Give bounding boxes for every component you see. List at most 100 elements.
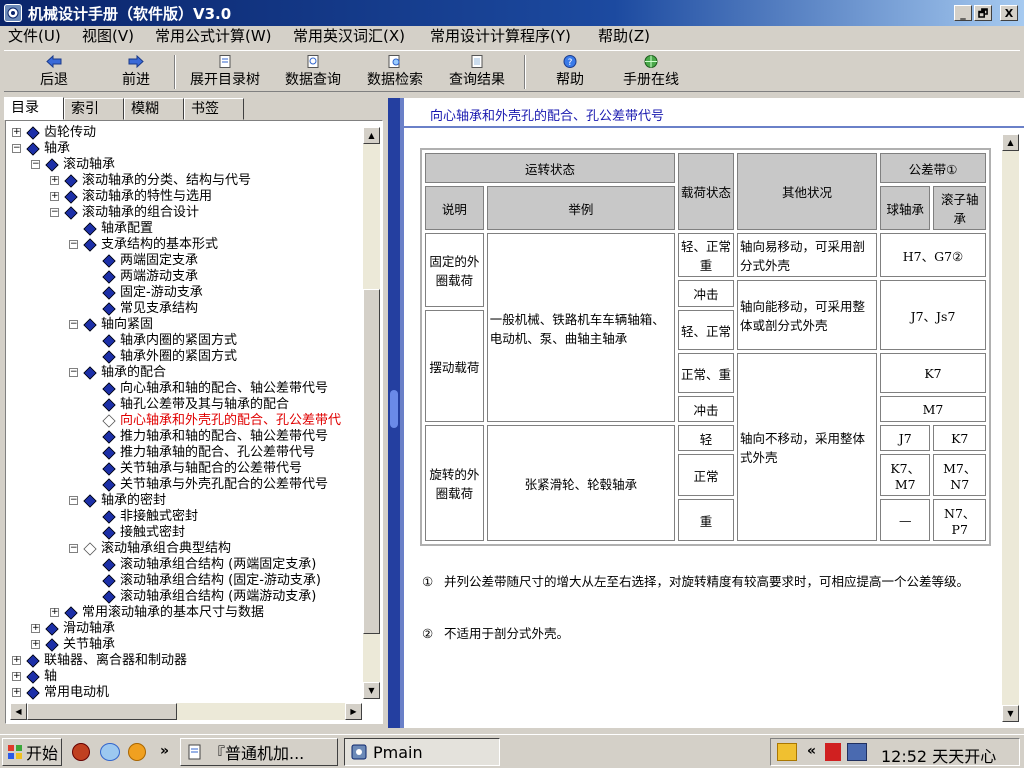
data-query-button[interactable]: 数据查询 — [282, 53, 344, 91]
menu-view[interactable]: 视图(V) — [82, 26, 134, 46]
tree-vertical-scrollbar[interactable]: ▲ ▼ — [363, 127, 380, 699]
menu-calc[interactable]: 常用设计计算程序(Y) — [430, 26, 571, 46]
tree-item[interactable]: 关节轴承与轴配合的公差带代号 — [6, 461, 362, 477]
expand-icon[interactable]: + — [12, 672, 21, 681]
tree-item[interactable]: − 轴承的配合 — [6, 365, 362, 381]
tab-contents[interactable]: 目录 — [4, 97, 64, 120]
tree-item[interactable]: + 轴 — [6, 669, 362, 685]
tree-horizontal-scrollbar[interactable]: ◀ ▶ — [10, 703, 362, 720]
tree-item[interactable]: + 常用电动机 — [6, 685, 362, 701]
start-button[interactable]: 开始 — [2, 738, 62, 766]
tree-item[interactable]: + 滑动轴承 — [6, 621, 362, 637]
expand-icon[interactable]: + — [12, 656, 21, 665]
input-method-icon[interactable] — [777, 743, 797, 761]
quicklaunch-media-icon[interactable] — [72, 743, 90, 761]
menu-file[interactable]: 文件(U) — [8, 26, 61, 46]
collapse-icon[interactable]: − — [69, 544, 78, 553]
tree-item[interactable]: + 齿轮传动 — [6, 125, 362, 141]
h-scroll-thumb[interactable] — [27, 703, 177, 720]
task-button-pmain[interactable]: Pmain — [344, 738, 500, 766]
collapse-icon[interactable]: − — [12, 144, 21, 153]
restore-button[interactable]: 🗗 — [974, 5, 992, 21]
tree-item[interactable]: − 滚动轴承组合典型结构 — [6, 541, 362, 557]
tree-item[interactable]: + 滚动轴承的特性与选用 — [6, 189, 362, 205]
quicklaunch-player-icon[interactable] — [128, 743, 146, 761]
minimize-button[interactable]: _ — [954, 5, 972, 21]
tree-item[interactable]: − 支承结构的基本形式 — [6, 237, 362, 253]
expand-icon[interactable]: + — [12, 688, 21, 697]
tree-item[interactable]: + 关节轴承 — [6, 637, 362, 653]
expand-icon[interactable]: + — [50, 608, 59, 617]
collapse-icon[interactable]: − — [69, 320, 78, 329]
collapse-icon[interactable]: − — [31, 160, 40, 169]
splitter-grip[interactable] — [390, 390, 398, 428]
tree-item[interactable]: 固定-游动支承 — [6, 285, 362, 301]
collapse-icon[interactable]: − — [69, 240, 78, 249]
quicklaunch-messenger-icon[interactable] — [100, 743, 120, 761]
tree-item[interactable]: + 联轴器、离合器和制动器 — [6, 653, 362, 669]
quicklaunch-more-icon[interactable]: » — [160, 743, 169, 759]
scroll-thumb[interactable] — [363, 289, 380, 634]
tree-item[interactable]: + 滚动轴承的分类、结构与代号 — [6, 173, 362, 189]
pane-splitter[interactable] — [388, 98, 400, 728]
data-search-button[interactable]: 数据检索 — [364, 53, 426, 91]
scroll-down-button[interactable]: ▼ — [363, 682, 380, 699]
collapse-icon[interactable]: − — [69, 368, 78, 377]
scroll-left-button[interactable]: ◀ — [10, 703, 27, 720]
tree-item[interactable]: 轴承配置 — [6, 221, 362, 237]
tab-fuzzy[interactable]: 模糊 — [124, 98, 184, 120]
tree-item[interactable]: 滚动轴承组合结构 (两端固定支承) — [6, 557, 362, 573]
menu-formula[interactable]: 常用公式计算(W) — [155, 26, 272, 46]
close-button[interactable]: X — [1000, 5, 1018, 21]
scroll-right-button[interactable]: ▶ — [345, 703, 362, 720]
content-scroll-down-button[interactable]: ▼ — [1002, 705, 1019, 722]
tab-index[interactable]: 索引 — [64, 98, 124, 120]
content-scroll-up-button[interactable]: ▲ — [1002, 134, 1019, 151]
collapse-icon[interactable]: − — [50, 208, 59, 217]
tree-item[interactable]: + 常用滚动轴承的基本尺寸与数据 — [6, 605, 362, 621]
tree-item[interactable]: 轴孔公差带及其与轴承的配合 — [6, 397, 362, 413]
scroll-up-button[interactable]: ▲ — [363, 127, 380, 144]
app-icon[interactable] — [4, 4, 22, 22]
antivirus-icon[interactable] — [825, 743, 841, 761]
tree-item[interactable]: 向心轴承和轴的配合、轴公差带代号 — [6, 381, 362, 397]
forward-button[interactable]: 前进 — [116, 53, 156, 91]
expand-tree-button[interactable]: 展开目录树 — [184, 53, 266, 91]
tree-item[interactable]: 滚动轴承组合结构 (两端游动支承) — [6, 589, 362, 605]
network-icon[interactable] — [847, 743, 867, 761]
back-button[interactable]: 后退 — [34, 53, 74, 91]
task-button-machining[interactable]: 『普通机加... — [180, 738, 338, 766]
tree-item[interactable]: − 滚动轴承 — [6, 157, 362, 173]
query-result-button[interactable]: 查询结果 — [446, 53, 508, 91]
tree-item[interactable]: 接触式密封 — [6, 525, 362, 541]
tray-expand-icon[interactable]: « — [807, 743, 816, 759]
tree-item[interactable]: 向心轴承和外壳孔的配合、孔公差带代 — [6, 413, 362, 429]
tree-item[interactable]: 两端固定支承 — [6, 253, 362, 269]
forward-arrow-icon — [128, 55, 144, 68]
expand-icon[interactable]: + — [31, 640, 40, 649]
tree-item[interactable]: 常见支承结构 — [6, 301, 362, 317]
menu-help[interactable]: 帮助(Z) — [598, 26, 650, 46]
tree-item[interactable]: − 滚动轴承的组合设计 — [6, 205, 362, 221]
expand-icon[interactable]: + — [12, 128, 21, 137]
tree-item[interactable]: 滚动轴承组合结构 (固定-游动支承) — [6, 573, 362, 589]
tree-item[interactable]: 两端游动支承 — [6, 269, 362, 285]
tree-item[interactable]: − 轴承的密封 — [6, 493, 362, 509]
tree-item[interactable]: 推力轴承轴的配合、孔公差带代号 — [6, 445, 362, 461]
expand-icon[interactable]: + — [50, 192, 59, 201]
tab-bookmarks[interactable]: 书签 — [184, 98, 244, 120]
online-button[interactable]: 手册在线 — [618, 53, 684, 91]
tree-item[interactable]: − 轴承 — [6, 141, 362, 157]
tree-item[interactable]: 轴承外圈的紧固方式 — [6, 349, 362, 365]
collapse-icon[interactable]: − — [69, 496, 78, 505]
tree-item[interactable]: 轴承内圈的紧固方式 — [6, 333, 362, 349]
expand-icon[interactable]: + — [31, 624, 40, 633]
help-button[interactable]: ? 帮助 — [550, 53, 590, 91]
menu-glossary[interactable]: 常用英汉词汇(X) — [293, 26, 405, 46]
tree-item[interactable]: 推力轴承和轴的配合、轴公差带代号 — [6, 429, 362, 445]
expand-icon[interactable]: + — [50, 176, 59, 185]
tree-item[interactable]: 关节轴承与外壳孔配合的公差带代号 — [6, 477, 362, 493]
content-vertical-scrollbar[interactable]: ▲ ▼ — [1002, 134, 1019, 722]
tree-item[interactable]: − 轴向紧固 — [6, 317, 362, 333]
tree-item[interactable]: 非接触式密封 — [6, 509, 362, 525]
